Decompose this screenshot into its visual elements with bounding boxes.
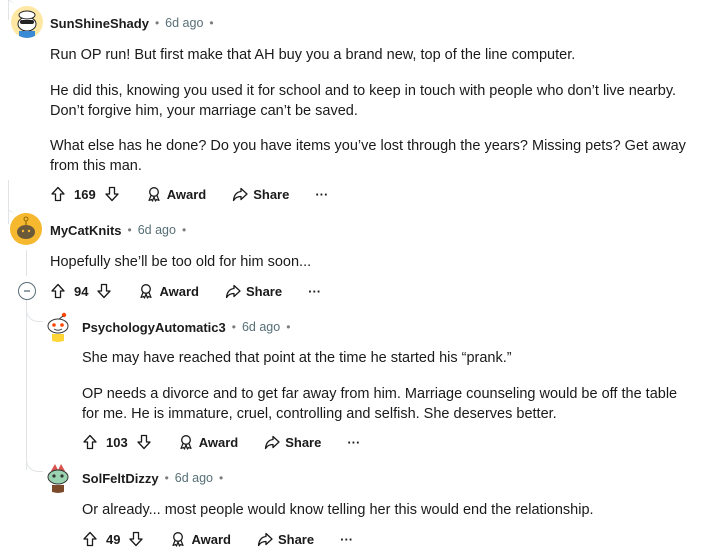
share-label: Share [277,531,315,547]
more-options-icon: ··· [347,434,361,450]
username[interactable]: SolFeltDizzy [82,471,159,486]
comment-paragraph: Or already... most people would know tel… [82,502,594,518]
username[interactable]: MyCatKnits [50,223,122,238]
username[interactable]: PsychologyAutomatic3 [82,320,226,335]
more-options-icon: ··· [308,283,322,299]
snoo-avatar-icon [47,464,69,493]
more-options-button[interactable]: ··· [308,284,321,299]
separator-dot: • [209,16,214,30]
more-options-button[interactable]: ··· [340,532,353,547]
separator-dot: • [181,223,187,237]
award-button[interactable]: Award [146,186,207,202]
share-icon [225,283,241,299]
vote-score: 94 [74,283,89,299]
comment-paragraph: He did this, knowing you used it for sch… [50,83,677,119]
avatar[interactable] [11,6,43,38]
vote-score: 169 [74,186,96,202]
award-button[interactable]: Award [138,283,199,299]
upvote-icon[interactable] [82,531,98,547]
vote-control: 49 [82,531,144,547]
username[interactable]: SunShineShady [50,16,149,31]
separator-dot: • [164,471,169,485]
snoo-avatar-icon [17,10,37,38]
snoo-avatar-icon [17,216,35,239]
separator-dot: • [286,320,291,334]
comment-paragraph: She may have reached that point at the t… [82,350,512,366]
vote-control: 103 [82,434,152,450]
award-label: Award [159,283,199,299]
vote-control: 94 [50,283,112,299]
share-button[interactable]: Share [232,186,289,202]
timestamp[interactable]: 6d ago [138,223,176,237]
avatar[interactable] [42,310,74,342]
timestamp[interactable]: 6d ago [242,320,280,334]
thread-line [26,300,27,470]
award-button[interactable]: Award [178,434,239,450]
thread-elbow [26,455,43,472]
separator-dot: • [127,223,132,237]
more-options-icon: ··· [315,186,329,202]
share-label: Share [253,186,290,202]
upvote-icon[interactable] [50,283,66,299]
award-label: Award [191,531,231,547]
award-label: Award [198,434,239,450]
vote-score: 103 [106,434,128,450]
share-button[interactable]: Share [264,434,321,450]
more-options-icon: ··· [340,531,354,547]
separator-dot: • [219,471,224,485]
avatar[interactable] [42,461,74,493]
award-icon [170,531,186,547]
award-label: Award [166,186,207,202]
minus-icon [24,290,30,292]
upvote-icon[interactable] [50,186,66,202]
upvote-icon[interactable] [82,434,98,450]
downvote-icon[interactable] [128,531,144,547]
thread-elbow [8,0,14,13]
share-icon [257,531,273,547]
share-icon [232,186,248,202]
collapse-thread-button[interactable] [18,282,36,300]
separator-dot: • [231,320,236,334]
more-options-button[interactable]: ··· [315,187,328,202]
downvote-icon[interactable] [104,186,120,202]
thread-line [26,250,27,276]
comment-paragraph: Run OP run! But first make that AH buy y… [50,47,576,63]
downvote-icon[interactable] [96,283,112,299]
timestamp[interactable]: 6d ago [175,471,213,485]
award-icon [178,434,194,450]
award-icon [146,186,162,202]
share-label: Share [245,283,283,299]
vote-score: 49 [106,531,121,547]
share-button[interactable]: Share [257,531,314,547]
comment-paragraph: OP needs a divorce and to get far away f… [82,386,678,422]
separator-dot: • [154,16,160,30]
share-icon [264,434,280,450]
downvote-icon[interactable] [136,434,152,450]
award-icon [138,283,154,299]
more-options-button[interactable]: ··· [347,435,360,450]
share-button[interactable]: Share [225,283,282,299]
award-button[interactable]: Award [170,531,231,547]
timestamp[interactable]: 6d ago [165,16,203,30]
thread-elbow [26,305,43,322]
comment-paragraph: Hopefully she’ll be too old for him soon… [50,254,312,270]
comment-paragraph: What else has he done? Do you have items… [50,138,686,174]
snoo-avatar-icon [47,312,69,342]
avatar[interactable] [10,213,42,245]
share-label: Share [285,434,322,450]
vote-control: 169 [50,186,120,202]
